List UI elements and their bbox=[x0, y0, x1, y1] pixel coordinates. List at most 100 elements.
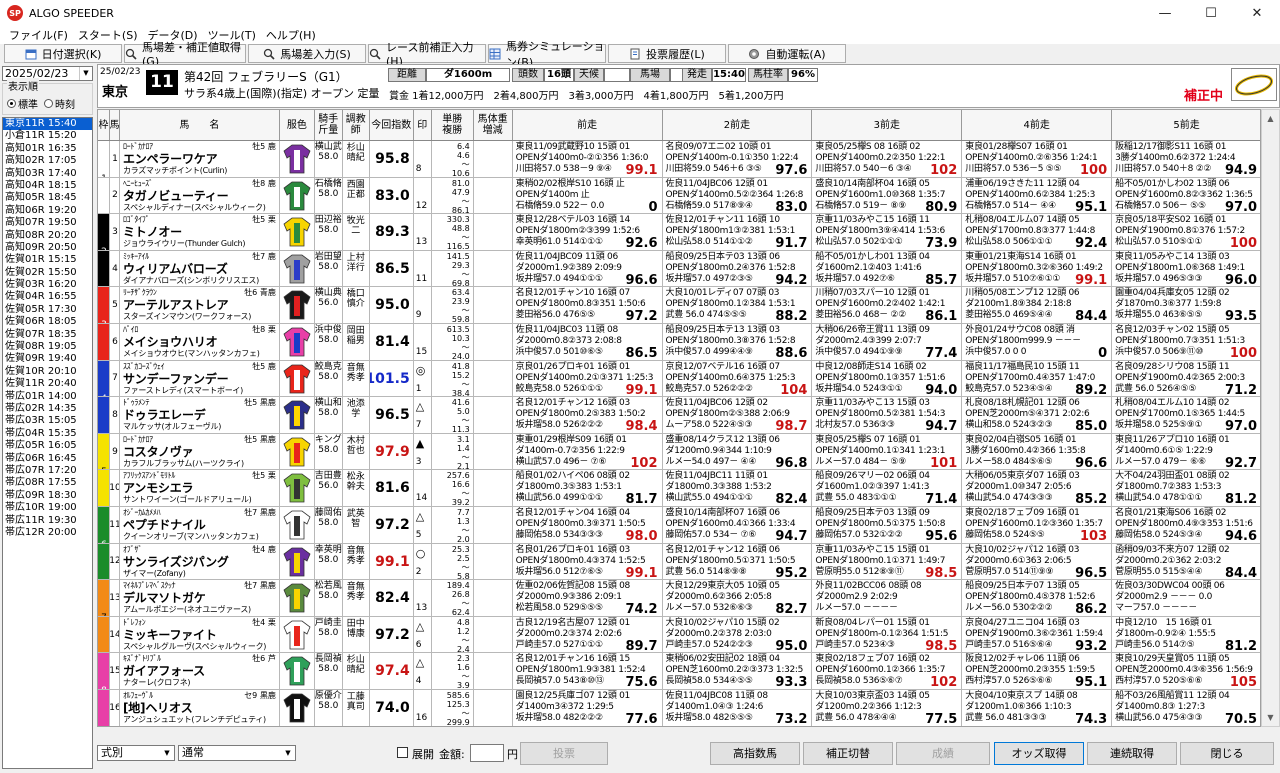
past-race-cell[interactable]: 福良11/17福島民10 15頭 11 OPENダ1700m0.4④357 1:4… bbox=[962, 360, 1113, 397]
mark-cell[interactable]: 9 bbox=[414, 287, 432, 323]
column-header[interactable]: 3前走 bbox=[812, 110, 963, 140]
race-list-item[interactable]: 高知08R 20:20 bbox=[3, 230, 92, 242]
race-list-item[interactable]: 小倉11R 15:20 bbox=[3, 130, 92, 142]
race-list-item[interactable]: 高知06R 19:20 bbox=[3, 205, 92, 217]
past-race-cell[interactable]: 船不03/26風船賞11 12頭 04 ダ1400m0.8③ 1:27:3 横山武5… bbox=[1112, 690, 1260, 726]
menu-file[interactable]: ファイル(F) bbox=[4, 27, 73, 43]
table-row[interactable]: 4 7ｽｽﾞｶｺｰｽﾞｳｪｲ牡5 鹿サンデーファンデーファーストレディ(スマートボ… bbox=[98, 360, 1260, 398]
past-race-cell[interactable]: 佐重02/06佐賀記08 15頭 08 ダ2000m0.9③386 2:09:1 松… bbox=[513, 580, 663, 616]
table-row[interactable]: 2 3ﾛｺﾞﾀｲﾌﾟ牡5 栗ミトノオージョウライウリー(Thunder Gulch… bbox=[98, 214, 1260, 251]
past-race-cell[interactable]: 札稍08/04エルム10 14頭 02 OPENダ1700m0.1⑤365 1:4… bbox=[1112, 397, 1260, 433]
table-row[interactable]: 8ﾄﾞｩﾗﾒﾝﾃ牡5 黒鹿ドゥラエレーデマルケッサ(オルフェーヴル) 横山和生 5… bbox=[98, 397, 1260, 434]
past-race-cell[interactable]: 名良09/07エニ02 10頭 01 OPENダ1400m-0.1①350 1:2… bbox=[663, 141, 813, 177]
past-race-cell[interactable]: 盛良10/14南部杯07 16頭 06 OPENダ1600m0.4①366 1:3… bbox=[663, 506, 813, 543]
horse-name-cell[interactable]: ﾏｲﾈﾙﾌﾟﾚﾏﾍﾞｽｸｯﾅ 牡7 黒鹿 デルマソトガケ アムールポエジー(ネオユニヴ… bbox=[119, 580, 280, 616]
race-list-item[interactable]: 佐賀09R 19:40 bbox=[3, 353, 92, 365]
past-race-cell[interactable]: 名良12/01チャン16 16頭 15 OPENダ1800m1.9③381 1:5… bbox=[513, 653, 663, 689]
race-list-item[interactable]: 佐賀10R 20:10 bbox=[3, 366, 92, 378]
table-row[interactable]: 16ｵﾙﾌｪｰｳﾞﾙセ9 黒鹿[地]ヘリオスアンジュシュエット(フレンチデピュテ… bbox=[98, 689, 1260, 726]
past-race-cell[interactable]: 東良02/04白嶺S05 16頭 01 3勝ダ1600m0.4②366 1:35:… bbox=[962, 433, 1113, 470]
past-race-cell[interactable]: 大良10/02ジャパ12 16頭 03 ダ2000m0.6①363 2:06:5 菅… bbox=[962, 543, 1113, 580]
past-race-cell[interactable]: 東稍02/02根岸S10 16頭 止 OPENダ1400m 止石橋脩59.0 52… bbox=[513, 177, 663, 214]
past-race-cell[interactable]: 船良01/02ハイペ06 08頭 02 ダ1800m0.3⑤383 1:53:1 横… bbox=[513, 470, 663, 506]
past-race-cell[interactable]: 名良12/01チャン10 16頭 07 OPENダ1800m0.8③351 1:5… bbox=[513, 287, 663, 323]
column-header[interactable]: 4前走 bbox=[962, 110, 1113, 140]
table-row[interactable]: 11ﾛｰﾄﾞｶﾅﾛｱ牡5 鹿エンペラーワケアカラズマッチポイント(Curlin)… bbox=[98, 141, 1260, 178]
past-race-cell[interactable]: 札稍08/04エルム07 14頭 05 OPENダ1700m0.8③377 1:4… bbox=[962, 214, 1113, 250]
past-race-cell[interactable]: 東良11/09武蔵野10 15頭 01 OPENダ1400m0-②①356 1:3… bbox=[513, 141, 663, 177]
table-row[interactable]: 2 ﾍﾆｰﾋｭｰｽﾞ 牡8 鹿タガノビューティー スペシャルディナー(スペシャルウィー… bbox=[98, 177, 1260, 215]
mark-cell[interactable]: △ 4 bbox=[414, 653, 432, 689]
past-race-cell[interactable]: 大良04/10東京スプ 14頭 08 ダ1200m1.0⑥366 1:10:3 武豊… bbox=[962, 689, 1113, 726]
bet-type-select[interactable]: 式別 ▼ bbox=[97, 745, 175, 761]
race-list-item[interactable]: 帯広12R 20:00 bbox=[3, 527, 92, 539]
table-row[interactable]: 6 ﾊﾟｲﾛ 牡8 栗メイショウハリオ メイショウオウヒ(マンハッタンカフェ) 浜中俊 … bbox=[98, 323, 1260, 361]
continuous-fetch-button[interactable]: 連続取得 bbox=[1087, 742, 1177, 765]
scroll-down-icon[interactable]: ▼ bbox=[1262, 709, 1279, 726]
table-row[interactable]: 10ｱﾌﾘｯｸｽｱﾝﾄﾞﾓﾘﾄﾙ牡5 栗アンモシエラサントワイーン(ゴールドアリ… bbox=[98, 470, 1260, 507]
mark-cell[interactable]: ▲ 3 bbox=[414, 433, 432, 470]
amount-input[interactable] bbox=[470, 744, 504, 762]
past-race-cell[interactable]: 中良12/08師走S14 16頭 02 OPENダ1800m0.1③357 1:5… bbox=[812, 360, 963, 397]
past-race-cell[interactable]: 名良12/01チャン04 16頭 04 OPENダ1800m0.3⑨371 1:5… bbox=[513, 506, 663, 543]
past-race-cell[interactable]: 京重11/03みやこ15 15頭 01 OPENダ1800m0.1①371 1:4… bbox=[812, 543, 963, 580]
column-header[interactable]: 今回指数 bbox=[370, 110, 414, 140]
table-row[interactable]: 611ｵｼﾞｰｶﾑｶﾒﾒﾊ牡7 黒鹿ペプチドナイルクイーンオリーブ(マンハッタン… bbox=[98, 506, 1260, 544]
race-list-item[interactable]: 高知03R 17:40 bbox=[3, 168, 92, 180]
column-header[interactable]: 前走 bbox=[513, 110, 663, 140]
race-list-item[interactable]: 佐賀11R 20:40 bbox=[3, 378, 92, 390]
scroll-up-icon[interactable]: ▲ bbox=[1262, 110, 1279, 127]
past-race-cell[interactable]: 名良01/26プロキ01 16頭 03 OPENダ1800m0.4③374 1:5… bbox=[513, 543, 663, 580]
mark-cell[interactable]: △ 5 bbox=[414, 506, 432, 543]
horse-name-cell[interactable]: ｱﾌﾘｯｸｽｱﾝﾄﾞﾓﾘﾄﾙ 牡5 栗アンモシエラ サントワイーン(ゴールドアリュー… bbox=[119, 470, 280, 506]
past-race-cell[interactable]: 大良10/01レディ07 07頭 03 OPENダ1800m0.1②384 1:5… bbox=[663, 287, 813, 323]
mark-cell[interactable]: 11 bbox=[414, 250, 432, 287]
column-header[interactable]: 単勝 複勝 bbox=[432, 110, 474, 140]
past-race-cell[interactable]: 大良10/02ジャパ10 15頭 02 ダ2000m0.2②378 2:03:0 戸… bbox=[663, 616, 813, 653]
race-list-item[interactable]: 帯広09R 18:30 bbox=[3, 490, 92, 502]
table-row[interactable]: 5 9ﾛｰﾄﾞｶﾅﾛｱ牡5 黒鹿コスタノヴァカラフルブラッサム(ハーツクライ) キン… bbox=[98, 433, 1260, 471]
race-list-item[interactable]: 佐賀01R 15:15 bbox=[3, 254, 92, 266]
past-race-cell[interactable]: 佐良12/01チャン11 16頭 10 OPENダ1800m1③②381 1:53… bbox=[663, 214, 813, 250]
horse-name-cell[interactable]: ﾐｯｷｰｱｲﾙ 牡7 鹿ウィリアムバローズ ダイアナバローズ(シンボリクリスエス) bbox=[119, 250, 280, 287]
past-race-cell[interactable]: 大稍06/26帝王賞11 13頭 09 ダ2000m2.4③399 2:07:7 浜… bbox=[812, 323, 963, 360]
column-header[interactable]: 馬 名 bbox=[120, 110, 280, 140]
horse-name-cell[interactable]: ｵﾌﾞｻﾞ 牡4 鹿サンライズジパング ザイマー(Zofany) bbox=[119, 543, 280, 580]
past-race-cell[interactable]: 東良02/18フェブ07 16頭 02 OPENダ1600m0.1②366 1:3… bbox=[812, 653, 963, 689]
mark-cell[interactable]: ○ 2 bbox=[414, 543, 432, 580]
race-list-item[interactable]: 帯広03R 15:05 bbox=[3, 415, 92, 427]
past-race-cell[interactable]: 東良11/26アプロ10 16頭 01 ダ1400m0.6①⑤ 1:22:9 ルメー… bbox=[1112, 434, 1260, 470]
horse-name-cell[interactable]: ﾘｰﾁｻﾞｸﾗｳﾝ 牡6 青鹿 アーテルアストレア スターズインマウン(ワークフォース… bbox=[119, 287, 280, 323]
mark-cell[interactable]: △ 7 bbox=[414, 397, 432, 433]
mark-cell[interactable]: △ 6 bbox=[414, 616, 432, 653]
past-race-cell[interactable]: 佐良03/30DWC04 00頭 06 ダ2000m2.9 －－－ 0.0 マーフ5… bbox=[1112, 580, 1260, 616]
horse-name-cell[interactable]: ﾍﾆｰﾋｭｰｽﾞ 牡8 鹿タガノビューティー スペシャルディナー(スペシャルウィーク… bbox=[119, 177, 280, 214]
order-time-radio[interactable]: 時刻 bbox=[44, 96, 75, 111]
track-bias-input-button[interactable]: 馬場差入力(S) bbox=[248, 44, 366, 63]
past-race-cell[interactable]: 東良01/28欅S07 16頭 01 OPENダ1400m0.②⑥356 1:24… bbox=[962, 141, 1113, 177]
column-header[interactable]: 馬体重 増減 bbox=[474, 110, 513, 140]
past-race-cell[interactable]: 中良12/10 15 16頭 01 ダ1800m-0.9②④ 1:55:5 戸崎圭5… bbox=[1112, 617, 1260, 653]
race-list-item[interactable]: 佐賀03R 16:20 bbox=[3, 279, 92, 291]
past-race-cell[interactable]: 東良12/28ベテル03 16頭 14 OPENダ1800m②③399 1:52:… bbox=[513, 214, 663, 250]
column-header[interactable]: 枠 bbox=[98, 110, 110, 140]
horse-name-cell[interactable]: ﾄﾞｩﾗﾒﾝﾃ 牡5 黒鹿 ドゥラエレーデ マルケッサ(オルフェーヴル) bbox=[119, 397, 280, 433]
past-race-cell[interactable]: 東良05/25欅S 08 16頭 02 OPENダ1400m0.2②350 1:2… bbox=[812, 141, 963, 177]
past-race-cell[interactable]: 船良09/25日本テ03 13頭 09 OPENダ1800m0.5①375 1:5… bbox=[812, 506, 963, 543]
race-list-item[interactable]: 佐賀05R 17:30 bbox=[3, 304, 92, 316]
horse-name-cell[interactable]: ﾄﾞﾚﾌｫﾝ 牡4 栗ミッキーファイト スペシャルグルーヴ(スペシャルウィーク) bbox=[119, 616, 280, 653]
mark-cell[interactable]: 12 bbox=[414, 177, 432, 214]
past-race-cell[interactable]: 京重11/03みやこ15 16頭 11 OPENダ1800m3⑨④414 1:53… bbox=[812, 214, 963, 250]
past-race-cell[interactable]: 盛良10/14南部杯04 16頭 05 OPENダ1600m1.0⑩368 1:3… bbox=[812, 177, 963, 214]
race-list[interactable]: 東京11R 15:40 小倉11R 15:20 高知01R 16:35 高知02R 1… bbox=[2, 117, 93, 769]
expand-checkbox[interactable] bbox=[397, 747, 408, 758]
past-race-cell[interactable]: 園良12/25兵庫ゴ07 12頭 01 ダ1400m3④372 1:29:5 坂井瑠… bbox=[513, 689, 663, 726]
past-race-cell[interactable]: 佐良11/04JBC09 11頭 06 ダ2000m1.9②389 2:09:9 坂… bbox=[513, 250, 663, 287]
vote-history-button[interactable]: 投票履歴(L) bbox=[608, 44, 726, 63]
race-list-item[interactable]: 高知01R 16:35 bbox=[3, 143, 92, 155]
past-race-cell[interactable]: 函稍09/03不来方07 12頭 02 ダ2000m0.2①362 2:03:2 菅… bbox=[1112, 544, 1260, 580]
past-race-cell[interactable]: 川稍07/03スパー10 12頭 01 OPENダ1600m0.2②402 1:4… bbox=[812, 287, 963, 323]
past-race-cell[interactable]: 京重11/03みやこ13 15頭 03 OPENダ1800m0.5②381 1:5… bbox=[812, 397, 963, 433]
past-race-cell[interactable]: 京良05/18平安S02 16頭 01 OPENダ1900m0.8①376 1:5… bbox=[1112, 214, 1260, 250]
race-list-item[interactable]: 高知02R 17:05 bbox=[3, 155, 92, 167]
